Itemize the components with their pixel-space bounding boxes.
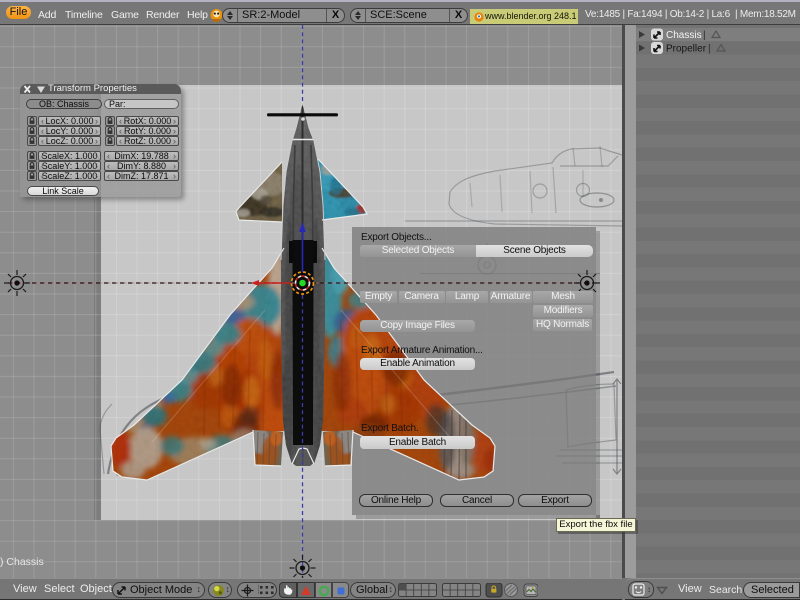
svg-text:Chassis: Chassis	[666, 30, 702, 41]
svg-text:|: |	[703, 30, 706, 41]
svg-text:Propeller: Propeller	[666, 44, 707, 55]
svg-text:|: |	[708, 44, 711, 55]
